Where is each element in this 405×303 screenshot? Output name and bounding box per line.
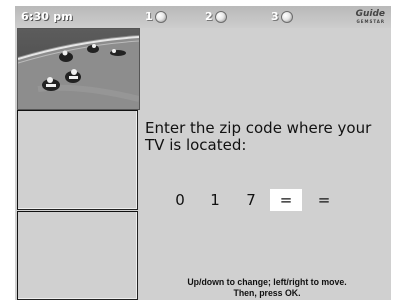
zip-prompt: Enter the zip code where your TV is loca…: [145, 119, 372, 154]
step-indicator-2: 2: [205, 10, 227, 23]
zip-digit-2[interactable]: 1: [204, 189, 226, 211]
step-indicator-1: 1: [145, 10, 167, 23]
radio-dot-icon: [214, 10, 227, 23]
radio-dot-icon: [154, 10, 167, 23]
step-indicator-3: 3: [271, 10, 293, 23]
help-text: Up/down to change; left/right to move. T…: [155, 277, 379, 299]
help-line-2: Then, press OK.: [233, 288, 301, 299]
zip-digit-3[interactable]: 7: [240, 189, 262, 211]
step-number: 3: [271, 10, 279, 23]
setup-screen: 6:30 pm 1 2 3 Guide GEMSTAR Enter the zi…: [15, 6, 391, 300]
zip-digit-4-active[interactable]: =: [270, 189, 302, 211]
motorcycle-race-image: [18, 29, 139, 109]
info-panel-bottom: [17, 211, 138, 300]
brand-subtitle: GEMSTAR: [356, 19, 385, 24]
help-line-1: Up/down to change; left/right to move.: [187, 277, 347, 288]
zip-code-entry[interactable]: 0 1 7 = =: [169, 189, 369, 211]
zip-digit-1[interactable]: 0: [169, 189, 191, 211]
guide-logo: Guide GEMSTAR: [345, 8, 385, 26]
zip-digit-5[interactable]: =: [313, 189, 335, 211]
brand-name: Guide: [355, 9, 385, 19]
clock-time: 6:30 pm: [21, 10, 73, 23]
info-panel-top: [17, 110, 138, 210]
top-bar: 6:30 pm 1 2 3 Guide GEMSTAR: [15, 6, 391, 28]
radio-dot-icon: [280, 10, 293, 23]
step-number: 1: [145, 10, 153, 23]
video-preview: [17, 28, 140, 110]
step-number: 2: [205, 10, 213, 23]
